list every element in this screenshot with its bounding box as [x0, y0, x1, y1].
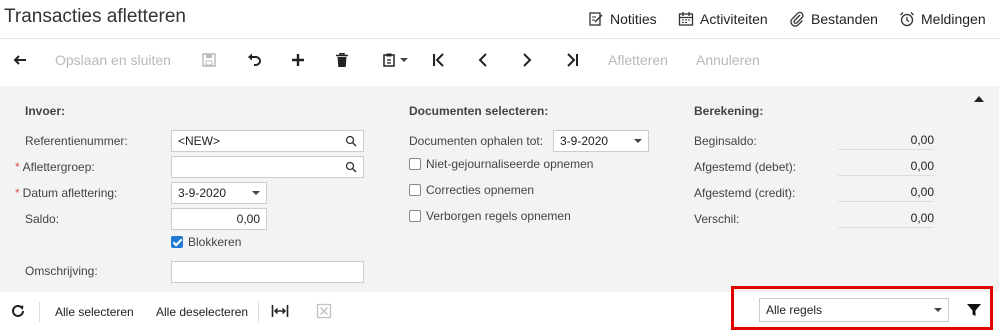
block-checkbox[interactable] [171, 236, 183, 248]
notifications-label: Meldingen [921, 11, 986, 27]
begin-balance-value: 0,00 [838, 130, 934, 150]
cancel-button[interactable]: Annuleren [696, 44, 760, 76]
activities-label: Activiteiten [700, 11, 768, 27]
begin-balance-label: Beginsaldo: [694, 134, 757, 148]
corrections-checkbox[interactable] [409, 184, 421, 196]
undo-icon [248, 53, 261, 66]
header-divider [0, 38, 999, 39]
chevron-right-icon [523, 53, 532, 67]
reconcile-group-field[interactable] [171, 156, 364, 178]
reference-number-field[interactable]: <NEW> [171, 130, 364, 152]
trash-icon [336, 53, 348, 67]
chevron-down-icon [634, 139, 642, 143]
notes-icon [589, 12, 603, 26]
reconcile-date-value: 3-9-2020 [178, 186, 227, 200]
debit-label: Afgestemd (debet): [694, 160, 797, 174]
calendar-icon [678, 12, 694, 26]
calculation-section-title: Berekening: [694, 104, 764, 118]
documents-section-title: Documenten selecteren: [409, 104, 549, 118]
page-title: Transacties afletteren [4, 6, 186, 27]
caret-up-icon [974, 96, 984, 102]
arrow-left-icon [13, 55, 26, 65]
highlight-box [731, 286, 993, 330]
debit-value: 0,00 [838, 156, 934, 176]
reconcile-group-label: * Aflettergroep: [15, 160, 95, 174]
credit-value: 0,00 [838, 182, 934, 202]
previous-record-button[interactable] [474, 44, 492, 76]
collapse-button[interactable] [972, 92, 986, 104]
delete-button[interactable] [333, 44, 351, 76]
description-label: Omschrijving: [25, 264, 98, 278]
credit-label: Afgestemd (credit): [694, 186, 796, 200]
export-excel-button[interactable] [316, 303, 332, 319]
select-all-button[interactable]: Alle selecteren [55, 305, 134, 319]
next-record-button[interactable] [518, 44, 536, 76]
corrections-checkbox-row[interactable]: Correcties opnemen [409, 183, 534, 197]
chevron-left-icon [478, 53, 487, 67]
reconcile-date-label: * Datum aflettering: [15, 186, 117, 200]
excel-icon [316, 303, 332, 319]
fit-width-icon [271, 305, 289, 317]
last-record-button[interactable] [563, 44, 581, 76]
save-close-button[interactable]: Opslaan en sluiten [55, 44, 171, 76]
divider [39, 302, 40, 322]
notifications-link[interactable]: Meldingen [899, 11, 986, 27]
search-icon[interactable] [345, 161, 357, 173]
add-button[interactable] [289, 44, 307, 76]
reconcile-date-picker[interactable]: 3-9-2020 [171, 182, 267, 204]
fetch-until-label: Documenten ophalen tot: [409, 134, 544, 148]
save-icon [202, 53, 216, 67]
search-icon[interactable] [345, 135, 357, 147]
chevron-down-icon [399, 58, 408, 62]
hidden-rows-checkbox[interactable] [409, 210, 421, 222]
reference-number-value: <NEW> [178, 134, 221, 148]
difference-value: 0,00 [838, 208, 934, 228]
unposted-checkbox[interactable] [409, 158, 421, 170]
files-link[interactable]: Bestanden [789, 11, 878, 27]
hidden-rows-label: Verborgen regels opnemen [426, 209, 571, 223]
reconcile-button[interactable]: Afletteren [608, 44, 668, 76]
corrections-label: Correcties opnemen [426, 183, 535, 197]
activities-link[interactable]: Activiteiten [678, 11, 768, 27]
required-marker: * [15, 186, 20, 200]
undo-button[interactable] [245, 44, 263, 76]
clipboard-icon [382, 53, 395, 67]
alarm-clock-icon [900, 12, 914, 27]
description-field[interactable] [171, 261, 364, 283]
deselect-all-button[interactable]: Alle deselecteren [156, 305, 248, 319]
refresh-icon [12, 304, 24, 317]
block-checkbox-row[interactable]: Blokkeren [171, 235, 241, 249]
reconcile-group-label-text: Aflettergroep: [22, 160, 95, 174]
block-label: Blokkeren [188, 235, 242, 249]
unposted-label: Niet-gejournaliseerde opnemen [426, 157, 594, 171]
required-marker: * [15, 160, 20, 174]
save-button[interactable] [200, 44, 218, 76]
difference-label: Verschil: [694, 212, 740, 226]
hidden-rows-checkbox-row[interactable]: Verborgen regels opnemen [409, 209, 571, 223]
clipboard-menu-button[interactable] [378, 44, 410, 76]
fetch-until-value: 3-9-2020 [560, 134, 609, 148]
fetch-until-date-picker[interactable]: 3-9-2020 [553, 130, 649, 152]
saldo-field[interactable]: 0,00 [171, 208, 267, 230]
notes-label: Notities [610, 11, 657, 27]
saldo-value: 0,00 [236, 212, 260, 226]
first-record-button[interactable] [430, 44, 448, 76]
files-label: Bestanden [811, 11, 878, 27]
reconcile-date-label-text: Datum aflettering: [22, 186, 118, 200]
refresh-button[interactable] [10, 303, 26, 319]
divider [258, 302, 259, 322]
first-icon [433, 53, 444, 67]
notes-link[interactable]: Notities [588, 11, 657, 27]
chevron-down-icon [252, 191, 260, 195]
paperclip-icon [790, 11, 804, 27]
last-icon [567, 53, 578, 67]
fit-columns-button[interactable] [271, 303, 289, 319]
plus-icon [292, 54, 304, 66]
invoer-section-title: Invoer: [25, 104, 66, 118]
reference-number-label: Referentienummer: [25, 134, 128, 148]
back-button[interactable] [10, 44, 30, 76]
unposted-checkbox-row[interactable]: Niet-gejournaliseerde opnemen [409, 157, 593, 171]
saldo-label: Saldo: [25, 212, 60, 226]
